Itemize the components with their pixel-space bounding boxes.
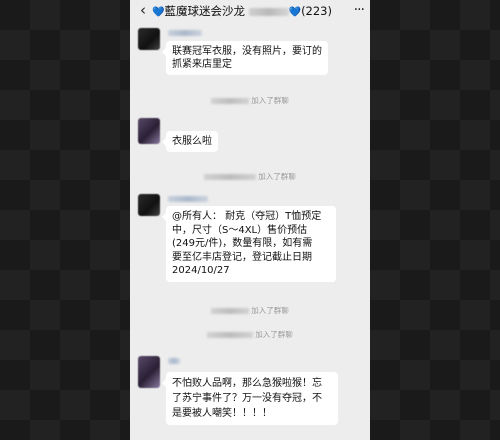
avatar[interactable]: [138, 194, 160, 216]
blue-heart-icon: 💙: [152, 7, 165, 18]
system-notice: 加入了群聊: [130, 96, 370, 106]
blue-heart-icon: 💙: [288, 7, 302, 18]
sender-name: [168, 30, 202, 36]
message-item: 联赛冠军衣服，没有照片，要订的 抓紧来店里定: [130, 28, 370, 88]
system-notice: 加入了群聊: [130, 330, 370, 340]
blurred-user: [207, 332, 254, 338]
system-notice: 加入了群聊: [130, 172, 370, 182]
sender-name: [168, 358, 180, 364]
chat-title: 💙藍魔球迷会沙龙 💙(223): [152, 3, 342, 19]
blurred-user: [211, 308, 250, 314]
message-bubble[interactable]: 联赛冠军衣服，没有照片，要订的 抓紧来店里定: [162, 41, 328, 75]
member-count: (223): [301, 4, 332, 18]
message-bubble[interactable]: @所有人： 耐克（夺冠）T恤预定 中，尺寸（S～4XL）售价预估 (249元/件…: [162, 206, 336, 282]
system-notice: 加入了群聊: [130, 306, 370, 316]
blurred-title-part: [248, 7, 289, 16]
sender-name: [168, 196, 208, 202]
more-icon[interactable]: ···: [354, 2, 365, 18]
blurred-user: [211, 98, 250, 104]
back-icon[interactable]: ‹: [136, 3, 150, 18]
avatar[interactable]: [138, 118, 160, 144]
message-bubble[interactable]: 衣服么啦: [162, 131, 218, 152]
background-right: [370, 0, 500, 440]
message-item: 不怕败人品啊，那么急猴啦猴！忘 了苏宁事件了？万一没有夺冠，不 是要被人嘲笑！！…: [130, 356, 370, 428]
background-left: [0, 0, 130, 440]
blurred-user: [204, 174, 257, 180]
message-item: 衣服么啦: [130, 118, 370, 162]
group-name: 藍魔球迷会沙龙: [164, 4, 245, 18]
avatar[interactable]: [138, 28, 160, 50]
chat-screen: ‹ 💙藍魔球迷会沙龙 💙(223) ··· 联赛冠军衣服，没有照片，要订的 抓紧…: [130, 0, 370, 440]
message-bubble[interactable]: 不怕败人品啊，那么急猴啦猴！忘 了苏宁事件了？万一没有夺冠，不 是要被人嘲笑！！…: [162, 372, 338, 425]
avatar[interactable]: [138, 356, 160, 388]
chat-header: ‹ 💙藍魔球迷会沙龙 💙(223) ···: [130, 0, 370, 22]
message-item: @所有人： 耐克（夺冠）T恤预定 中，尺寸（S～4XL）售价预估 (249元/件…: [130, 194, 370, 294]
